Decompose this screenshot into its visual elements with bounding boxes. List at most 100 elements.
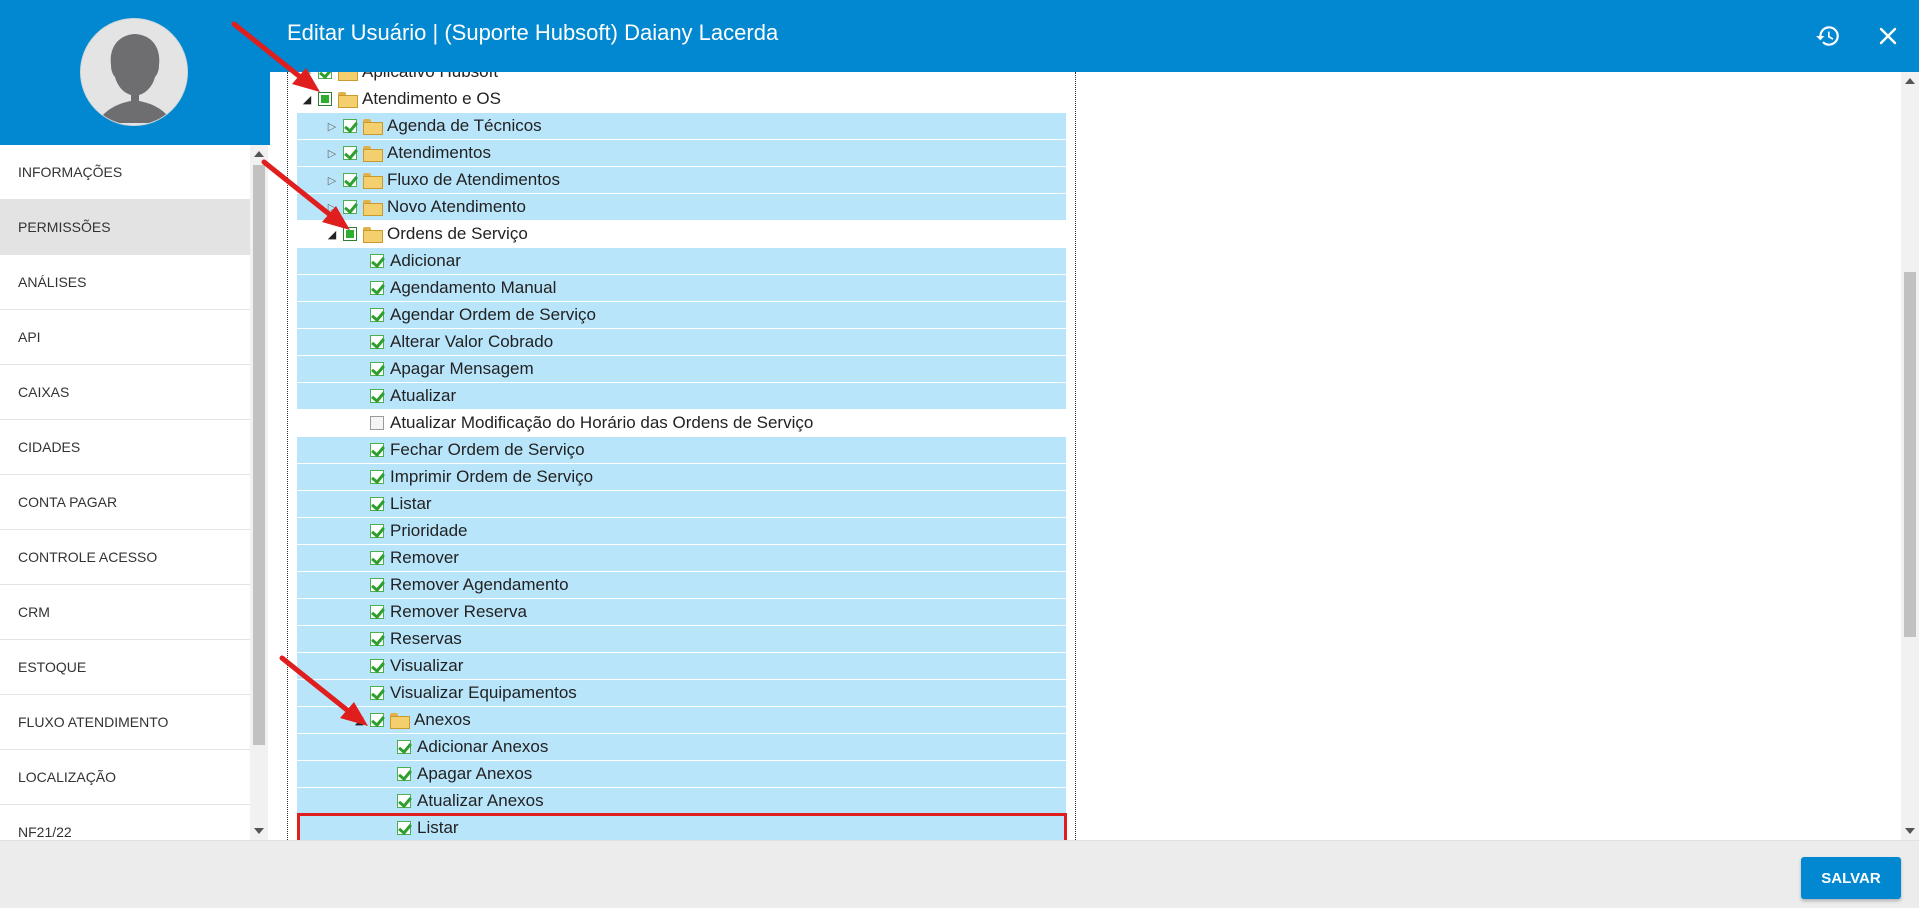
permission-checkbox[interactable] bbox=[397, 821, 411, 835]
permission-checkbox[interactable] bbox=[370, 605, 384, 619]
sidebar-item-6[interactable]: CONTA PAGAR bbox=[0, 475, 250, 530]
tree-row[interactable]: Prioridade bbox=[297, 518, 1066, 544]
tree-row[interactable]: ◢ Anexos bbox=[297, 707, 1066, 733]
permission-checkbox[interactable] bbox=[318, 72, 332, 79]
permission-checkbox[interactable] bbox=[343, 119, 357, 133]
tree-row[interactable]: Reservas bbox=[297, 626, 1066, 652]
tree-row-label: Remover Agendamento bbox=[390, 575, 569, 594]
folder-icon bbox=[363, 200, 383, 216]
save-button[interactable]: SALVAR bbox=[1801, 857, 1901, 899]
permission-checkbox[interactable] bbox=[370, 713, 384, 727]
tree-row[interactable]: Imprimir Ordem de Serviço bbox=[297, 464, 1066, 490]
tree-row[interactable]: Remover Reserva bbox=[297, 599, 1066, 625]
sidebar-item-9[interactable]: ESTOQUE bbox=[0, 640, 250, 695]
tree-row[interactable]: Alterar Valor Cobrado bbox=[297, 329, 1066, 355]
permission-checkbox[interactable] bbox=[318, 92, 332, 106]
permission-checkbox[interactable] bbox=[370, 308, 384, 322]
close-button[interactable] bbox=[1872, 20, 1904, 52]
tree-row[interactable]: Listar bbox=[297, 815, 1066, 840]
sidebar-item-label: CIDADES bbox=[18, 439, 81, 455]
sidebar-item-11[interactable]: LOCALIZAÇÃO bbox=[0, 750, 250, 805]
permission-checkbox[interactable] bbox=[370, 470, 384, 484]
sidebar-item-4[interactable]: CAIXAS bbox=[0, 365, 250, 420]
tree-row[interactable]: ▷ Atendimentos bbox=[297, 140, 1066, 166]
permission-checkbox[interactable] bbox=[370, 632, 384, 646]
permission-checkbox[interactable] bbox=[370, 497, 384, 511]
sidebar-item-1[interactable]: PERMISSÕES bbox=[0, 200, 250, 255]
permission-checkbox[interactable] bbox=[370, 551, 384, 565]
tree-row[interactable]: Remover Agendamento bbox=[297, 572, 1066, 598]
permission-checkbox[interactable] bbox=[370, 254, 384, 268]
permission-checkbox[interactable] bbox=[343, 173, 357, 187]
tree-row[interactable]: Fechar Ordem de Serviço bbox=[297, 437, 1066, 463]
tree-row[interactable]: ◢ Atendimento e OS bbox=[300, 86, 1066, 112]
scroll-down-arrow-icon[interactable] bbox=[1905, 828, 1915, 834]
tree-row[interactable]: Remover bbox=[297, 545, 1066, 571]
permission-checkbox[interactable] bbox=[343, 146, 357, 160]
sidebar-item-5[interactable]: CIDADES bbox=[0, 420, 250, 475]
sidebar-item-8[interactable]: CRM bbox=[0, 585, 250, 640]
permission-checkbox[interactable] bbox=[370, 578, 384, 592]
tree-row[interactable]: ▷ Novo Atendimento bbox=[297, 194, 1066, 220]
tree-row[interactable]: Apagar Mensagem bbox=[297, 356, 1066, 382]
permission-checkbox[interactable] bbox=[370, 443, 384, 457]
tree-row[interactable]: Agendamento Manual bbox=[297, 275, 1066, 301]
tree-row[interactable]: Agendar Ordem de Serviço bbox=[297, 302, 1066, 328]
sidebar-item-0[interactable]: INFORMAÇÕES bbox=[0, 145, 250, 200]
content-scrollbar[interactable] bbox=[1901, 72, 1919, 840]
tree-row[interactable]: Apagar Anexos bbox=[297, 761, 1066, 787]
permission-checkbox[interactable] bbox=[370, 416, 384, 430]
scroll-up-arrow-icon[interactable] bbox=[254, 151, 264, 157]
tree-row[interactable]: Visualizar bbox=[297, 653, 1066, 679]
tree-row[interactable]: ◢ Ordens de Serviço bbox=[297, 221, 1066, 247]
permission-checkbox[interactable] bbox=[370, 335, 384, 349]
tree-row-label: Visualizar bbox=[390, 656, 464, 675]
expand-triangle-icon[interactable]: ▷ bbox=[325, 174, 339, 187]
tree-row[interactable]: Adicionar Anexos bbox=[297, 734, 1066, 760]
content-scroll-thumb[interactable] bbox=[1904, 272, 1916, 637]
tree-row[interactable]: Visualizar Equipamentos bbox=[297, 680, 1066, 706]
expand-triangle-icon[interactable]: ▷ bbox=[325, 201, 339, 214]
sidebar-scrollbar[interactable] bbox=[250, 145, 268, 840]
tree-row[interactable]: Atualizar Anexos bbox=[297, 788, 1066, 814]
permission-checkbox[interactable] bbox=[397, 767, 411, 781]
sidebar-item-12[interactable]: NF21/22 bbox=[0, 805, 250, 840]
expand-triangle-icon[interactable]: ▷ bbox=[300, 72, 314, 79]
sidebar-item-label: CONTA PAGAR bbox=[18, 494, 118, 510]
scroll-down-arrow-icon[interactable] bbox=[254, 828, 264, 834]
permission-checkbox[interactable] bbox=[370, 389, 384, 403]
sidebar-item-10[interactable]: FLUXO ATENDIMENTO bbox=[0, 695, 250, 750]
tree-row-label: Visualizar Equipamentos bbox=[390, 683, 577, 702]
permission-checkbox[interactable] bbox=[370, 659, 384, 673]
sidebar-item-7[interactable]: CONTROLE ACESSO bbox=[0, 530, 250, 585]
permission-checkbox[interactable] bbox=[397, 794, 411, 808]
sidebar-scroll-thumb[interactable] bbox=[253, 165, 265, 745]
history-button[interactable] bbox=[1812, 20, 1844, 52]
tree-row[interactable]: Atualizar Modificação do Horário das Ord… bbox=[297, 410, 1066, 436]
expand-triangle-icon[interactable]: ▷ bbox=[325, 147, 339, 160]
tree-row[interactable]: Adicionar bbox=[297, 248, 1066, 274]
dialog-title: Editar Usuário | (Suporte Hubsoft) Daian… bbox=[287, 20, 779, 45]
expand-triangle-icon[interactable]: ▷ bbox=[325, 120, 339, 133]
scroll-up-arrow-icon[interactable] bbox=[1905, 78, 1915, 84]
tree-row[interactable]: ▷ Aplicativo Hubsoft bbox=[300, 72, 1066, 85]
tree-row[interactable]: Atualizar bbox=[297, 383, 1066, 409]
tree-row[interactable]: ▷ Agenda de Técnicos bbox=[297, 113, 1066, 139]
collapse-triangle-icon[interactable]: ◢ bbox=[352, 714, 366, 727]
permission-checkbox[interactable] bbox=[370, 524, 384, 538]
tree-row[interactable]: Listar bbox=[297, 491, 1066, 517]
sidebar-item-label: ANÁLISES bbox=[18, 274, 87, 290]
collapse-triangle-icon[interactable]: ◢ bbox=[325, 228, 339, 241]
sidebar-item-label: ESTOQUE bbox=[18, 659, 87, 675]
permission-checkbox[interactable] bbox=[370, 362, 384, 376]
permission-checkbox[interactable] bbox=[343, 200, 357, 214]
permission-checkbox[interactable] bbox=[343, 227, 357, 241]
permission-checkbox[interactable] bbox=[370, 686, 384, 700]
collapse-triangle-icon[interactable]: ◢ bbox=[300, 93, 314, 106]
folder-icon bbox=[363, 146, 383, 162]
sidebar-item-3[interactable]: API bbox=[0, 310, 250, 365]
tree-row[interactable]: ▷ Fluxo de Atendimentos bbox=[297, 167, 1066, 193]
permission-checkbox[interactable] bbox=[370, 281, 384, 295]
sidebar-item-2[interactable]: ANÁLISES bbox=[0, 255, 250, 310]
permission-checkbox[interactable] bbox=[397, 740, 411, 754]
